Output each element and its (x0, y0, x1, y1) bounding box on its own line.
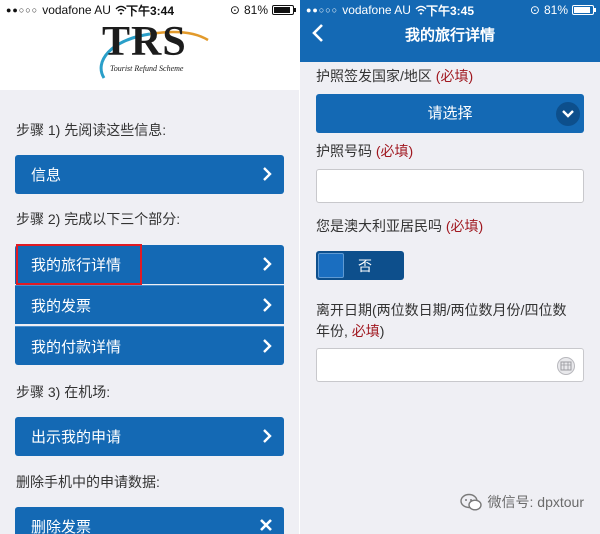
trs-home-screen: TRS Tourist Refund Scheme ●●○○○ vodafone… (0, 0, 300, 534)
country-select[interactable]: 请选择 (316, 94, 584, 133)
step-1-heading: 步骤 1) 先阅读这些信息: (16, 122, 167, 138)
passport-number-label: 护照号码 (必填) (316, 141, 413, 162)
signal-icon: ●●○○○ (306, 5, 339, 15)
resident-toggle[interactable]: 否 (316, 251, 404, 280)
departure-text-close: ) (379, 323, 385, 339)
chevron-right-icon (263, 429, 272, 443)
info-button[interactable]: 信息 (15, 155, 284, 194)
passport-country-text: 护照签发国家/地区 (316, 68, 432, 84)
invoices-button[interactable]: 我的发票 (15, 285, 284, 324)
chevron-right-icon (263, 298, 272, 312)
resident-text: 您是澳大利亚居民吗 (316, 218, 442, 234)
chevron-right-icon (263, 339, 272, 353)
resident-label: 您是澳大利亚居民吗 (必填) (316, 216, 483, 237)
calendar-icon[interactable] (557, 357, 575, 375)
rotation-lock-icon: ⊙ (229, 3, 240, 17)
required-marker: (必填) (435, 68, 474, 84)
logo-subtitle: Tourist Refund Scheme (110, 64, 184, 73)
country-select-label: 请选择 (427, 105, 473, 122)
nav-title: 我的旅行详情 (404, 27, 495, 44)
chevron-right-icon (263, 167, 272, 181)
delete-data-heading: 删除手机中的申请数据: (16, 474, 160, 490)
info-button-label: 信息 (31, 167, 62, 184)
passport-number-input[interactable] (316, 169, 584, 203)
battery-percent: 81% (543, 3, 568, 17)
step-3-heading: 步骤 3) 在机场: (16, 384, 111, 400)
close-icon (260, 519, 272, 531)
wifi-icon (415, 5, 427, 15)
invoices-label: 我的发票 (31, 297, 92, 315)
wechat-watermark: 微信号: dpxtour (459, 492, 584, 512)
required-marker: 必填 (351, 323, 380, 339)
battery-icon (572, 5, 596, 15)
trs-logo: TRS Tourist Refund Scheme (90, 18, 210, 82)
departure-text-line1: 离开日期(两位数日期/两位数月份/四位数 (316, 302, 567, 318)
departure-text-line2: 年份, (316, 323, 348, 339)
chevron-down-icon (556, 102, 580, 126)
delete-invoices-label: 删除发票 (31, 519, 92, 534)
wechat-icon (459, 493, 482, 511)
passport-number-text: 护照号码 (316, 143, 372, 159)
logo-text: TRS (102, 19, 187, 65)
required-marker: (必填) (445, 218, 484, 234)
show-claim-button[interactable]: 出示我的申请 (15, 417, 284, 456)
toggle-knob (318, 253, 344, 278)
status-bar: ●●○○○ vodafone AU 下午3:45 ⊙ 81% (300, 0, 600, 20)
required-marker: (必填) (375, 143, 414, 159)
payment-details-label: 我的付款详情 (31, 338, 122, 356)
highlight-box (16, 244, 142, 285)
toggle-label: 否 (358, 257, 372, 274)
signal-icon: ●●○○○ (6, 5, 39, 15)
status-bar: ●●○○○ vodafone AU 下午3:44 ⊙ 81% (0, 0, 300, 20)
chevron-right-icon (263, 257, 272, 271)
battery-percent: 81% (243, 3, 268, 17)
departure-date-label: 离开日期(两位数日期/两位数月份/四位数 年份, 必填) (316, 300, 591, 342)
step-2-heading: 步骤 2) 完成以下三个部分: (16, 211, 181, 227)
passport-country-label: 护照签发国家/地区 (必填) (316, 66, 473, 87)
rotation-lock-icon: ⊙ (529, 3, 540, 17)
battery-icon (272, 5, 296, 15)
departure-date-input[interactable] (316, 348, 584, 382)
delete-invoices-button[interactable]: 删除发票 (15, 507, 284, 534)
show-claim-label: 出示我的申请 (31, 429, 122, 446)
carrier-name: vodafone AU (42, 3, 111, 17)
watermark-text: 微信号: dpxtour (487, 494, 584, 510)
carrier-name: vodafone AU (342, 3, 411, 17)
travel-details-screen: 我的旅行详情 ●●○○○ vodafone AU 下午3:45 ⊙ 81% 护照… (300, 0, 600, 534)
wifi-icon (115, 5, 127, 15)
payment-details-button[interactable]: 我的付款详情 (15, 326, 284, 365)
